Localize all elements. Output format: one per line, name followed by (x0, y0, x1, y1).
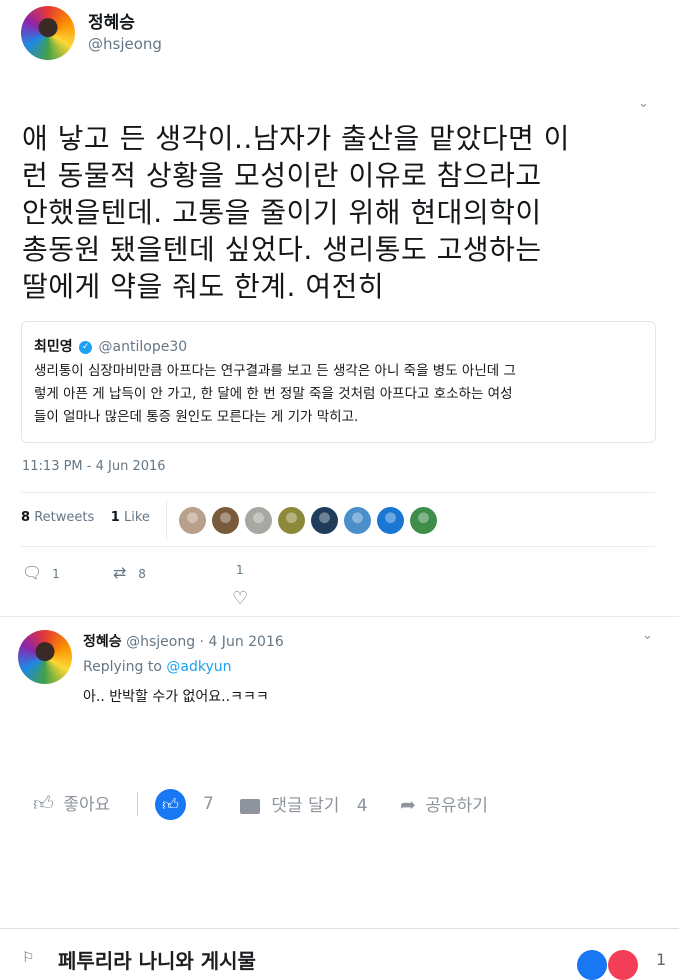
likes-count: 1 (110, 510, 120, 525)
comment-icon (240, 798, 260, 814)
reply-author-name[interactable]: 정혜승 (83, 634, 122, 650)
quoted-text-line: 렇게 아픈 게 납득이 안 가고, 한 달에 한 번 정말 죽을 것처럼 아프다… (34, 386, 513, 402)
liker-avatar[interactable] (179, 507, 206, 534)
liker-avatar[interactable] (344, 507, 371, 534)
tweet-timestamp[interactable]: 11:13 PM - 4 Jun 2016 (22, 459, 166, 474)
retweets-count: 8 (21, 510, 31, 525)
liker-avatar[interactable] (245, 507, 272, 534)
tweet-text-line: 애 낳고 든 생각이..남자가 출산을 맡았다면 이 (22, 122, 570, 155)
fb-like-label: 좋아요 (63, 795, 111, 815)
author-avatar[interactable] (21, 6, 75, 60)
reply-menu-chevron-icon[interactable]: ⌄ (642, 628, 653, 643)
next-post-love-reaction-icon (608, 950, 638, 980)
replying-to-handle[interactable]: @adkyun (166, 659, 231, 675)
next-post-like-reaction-icon (577, 950, 607, 980)
quoted-text-line: 들이 얼마나 많은데 통증 원인도 모른다는 게 기가 막히고. (34, 409, 359, 425)
tweet-text: 애 낳고 든 생각이..남자가 출산을 맡았다면 이 런 동물적 상황을 모성이… (22, 120, 662, 305)
retweet-action[interactable]: ⇄ 8 (113, 563, 146, 582)
retweets-label: Retweets (34, 510, 95, 525)
fb-separator (137, 792, 138, 816)
retweet-count: 8 (138, 567, 146, 581)
likes-label: Like (123, 510, 150, 525)
like-count: 1 (236, 563, 244, 577)
reply-author-avatar[interactable] (18, 630, 72, 684)
reply-action[interactable]: 🗨︎ 1 (22, 563, 60, 582)
tweet-text-line: 런 동물적 상황을 모성이란 이유로 참으라고 (22, 159, 542, 192)
share-arrow-icon: ➦ (400, 794, 416, 816)
fb-like-button[interactable]: 👍︎ 좋아요 (33, 790, 110, 816)
liker-avatars (179, 507, 443, 535)
likes-stat[interactable]: 1 Like (111, 510, 150, 525)
liker-avatar[interactable] (311, 507, 338, 534)
divider (0, 616, 679, 617)
author-handle[interactable]: @hsjeong (88, 35, 162, 53)
stats-separator (166, 500, 167, 540)
fb-comment-label: 댓글 달기 (271, 796, 340, 816)
fb-share-button[interactable]: ➦ 공유하기 (400, 791, 488, 816)
verified-badge-icon: ✓ (79, 340, 93, 354)
tweet-menu-chevron-icon[interactable]: ⌄ (638, 96, 649, 111)
quoted-tweet[interactable]: 최민영 ✓ @antilope30 생리통이 심장마비만큼 아프다는 연구결과를… (21, 321, 656, 443)
reply-header: 정혜승 @hsjeong · 4 Jun 2016 (83, 634, 284, 650)
reply-icon: 🗨︎ (22, 563, 43, 582)
quoted-author: 최민영 ✓ @antilope30 (34, 336, 187, 356)
divider (0, 928, 679, 929)
heart-icon[interactable]: ♡ (232, 588, 248, 609)
next-post-reaction-count: 1 (656, 950, 667, 969)
fb-like-badge-icon[interactable]: 👍︎ (155, 789, 186, 820)
fb-share-label: 공유하기 (425, 796, 488, 816)
tweet-text-line: 안했을텐데. 고통을 줄이기 위해 현대의학이 (22, 196, 542, 229)
retweet-icon: ⇄ (113, 563, 127, 582)
reply-text: 아.. 반박할 수가 없어요..ㅋㅋㅋ (83, 689, 269, 705)
thumbs-up-icon: 👍︎ (33, 791, 54, 815)
quoted-text-line: 생리통이 심장마비만큼 아프다는 연구결과를 보고 든 생각은 아니 죽을 병도… (34, 363, 516, 379)
reply-date[interactable]: 4 Jun 2016 (208, 634, 283, 650)
retweets-stat[interactable]: 8 Retweets (21, 510, 98, 525)
liker-avatar[interactable] (410, 507, 437, 534)
next-post-title[interactable]: 페투리라 나니와 게시물 (58, 945, 256, 974)
tweet-text-line: 딸에게 약을 줘도 한계. 여전히 (22, 270, 385, 303)
fb-comment-button[interactable]: 댓글 달기 4 (240, 791, 368, 816)
divider (21, 546, 655, 547)
fb-comment-count: 4 (356, 796, 368, 816)
divider (21, 492, 655, 493)
author-display-name[interactable]: 정혜승 (88, 8, 135, 33)
next-post-icon: ⚐ (22, 950, 35, 966)
liker-avatar[interactable] (278, 507, 305, 534)
fb-like-count: 7 (203, 794, 214, 814)
tweet-text-line: 총동원 됐을텐데 싶었다. 생리통도 고생하는 (22, 233, 542, 266)
reply-author-handle[interactable]: @hsjeong (126, 634, 195, 650)
quoted-tweet-text: 생리통이 심장마비만큼 아프다는 연구결과를 보고 든 생각은 아니 죽을 병도… (34, 360, 646, 429)
quoted-author-handle: @antilope30 (98, 339, 188, 355)
quoted-author-name: 최민영 (34, 339, 73, 355)
tweet-stats: 8 Retweets 1 Like (21, 510, 150, 525)
liker-avatar[interactable] (212, 507, 239, 534)
replying-to-prefix: Replying to (83, 659, 162, 675)
replying-to: Replying to @adkyun (83, 659, 232, 675)
liker-avatar[interactable] (377, 507, 404, 534)
reply-count: 1 (52, 567, 60, 581)
